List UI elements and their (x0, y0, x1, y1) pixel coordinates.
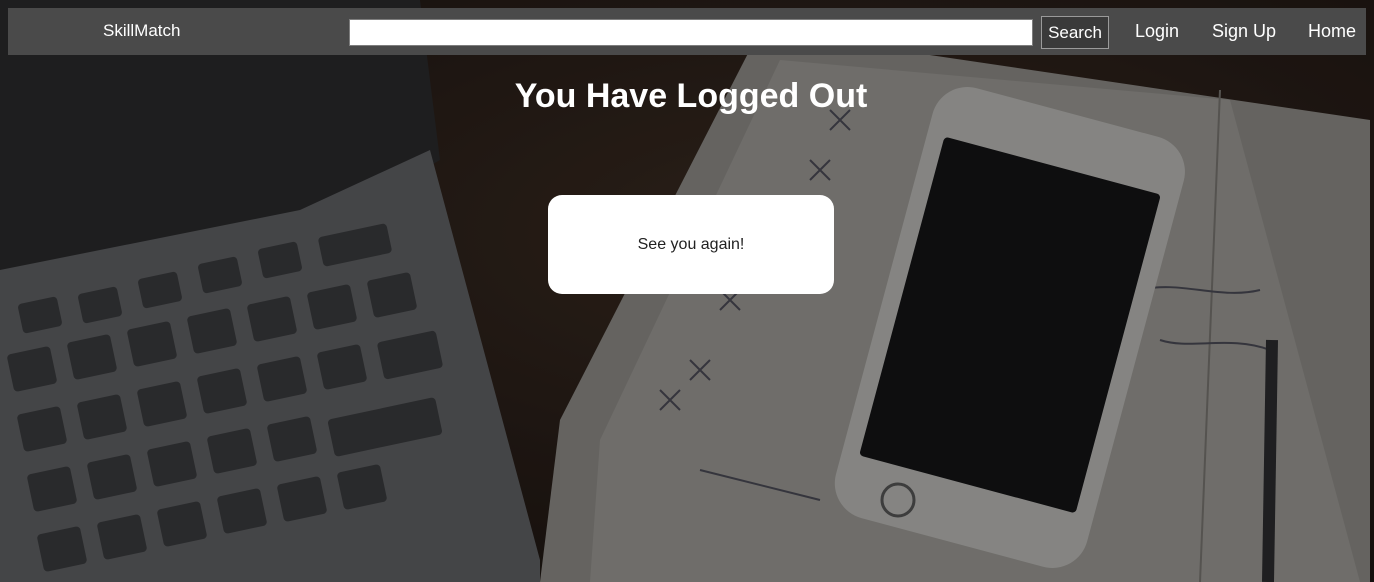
signup-link[interactable]: Sign Up (1212, 21, 1276, 41)
page-title: You Have Logged Out (514, 77, 868, 115)
top-navbar: SkillMatch Search Login Sign Up Home (8, 8, 1366, 55)
login-link[interactable]: Login (1135, 21, 1179, 41)
search-button[interactable]: Search (1041, 16, 1109, 49)
message-text: See you again! (637, 235, 745, 253)
message-card: See you again! (548, 195, 834, 294)
search-input[interactable] (349, 19, 1033, 46)
brand-logo[interactable]: SkillMatch (103, 21, 180, 41)
home-link[interactable]: Home (1308, 21, 1356, 41)
